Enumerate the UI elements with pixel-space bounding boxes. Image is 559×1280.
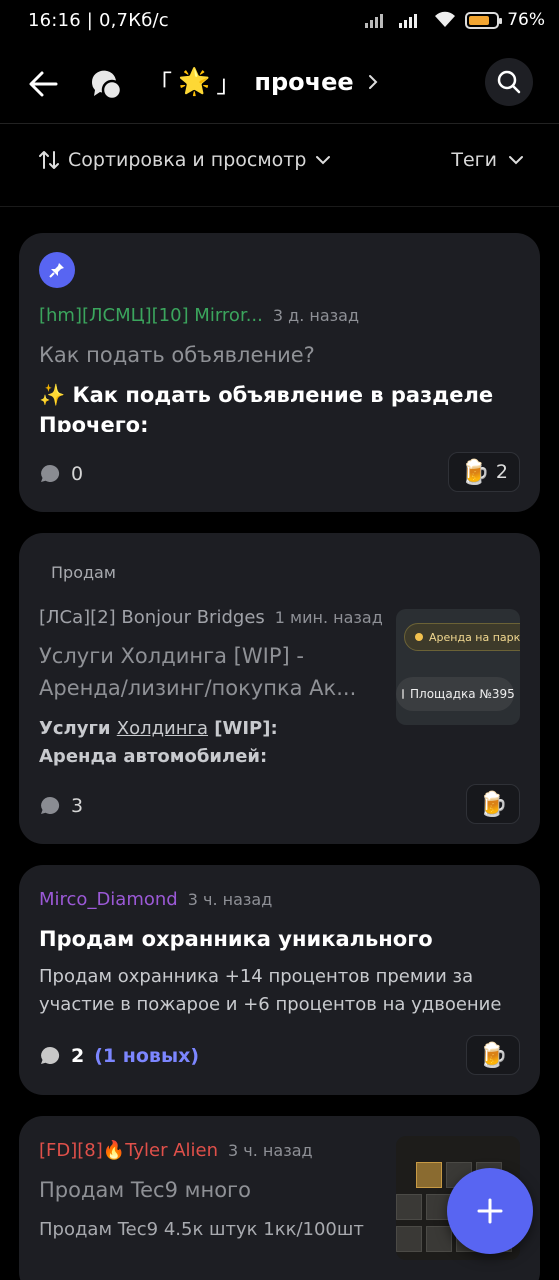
- comments-number: 0: [71, 463, 84, 485]
- holding-link[interactable]: Холдинга: [117, 718, 208, 739]
- comments-count[interactable]: 3: [39, 795, 83, 817]
- post-meta: [FD][8]🔥Tyler Alien 3 ч. назад: [39, 1140, 313, 1161]
- post-thumbnail[interactable]: Аренда на парковке Площадка №395: [396, 609, 520, 725]
- wifi-icon: [435, 11, 456, 27]
- arrow-left-icon: [29, 71, 58, 97]
- thumb-pill-area: Площадка №395: [396, 677, 515, 711]
- sparkles-emoji: ✨: [39, 383, 66, 407]
- forum-icon: [86, 64, 126, 104]
- beer-emoji-icon: 🍺: [478, 1041, 508, 1069]
- post-excerpt-line1: Услуги Холдинга [WIP]:: [39, 718, 278, 739]
- post-meta: [ЛСа][2] Bonjour Bridges 1 мин. назад: [39, 607, 383, 628]
- post-card[interactable]: Продам [ЛСа][2] Bonjour Bridges 1 мин. н…: [19, 533, 540, 844]
- beer-emoji-icon: 🍺: [460, 458, 490, 486]
- reaction-button[interactable]: 🍺 2: [448, 452, 520, 492]
- new-post-button[interactable]: [447, 1168, 533, 1254]
- signal-icon: [365, 14, 384, 28]
- chevron-down-icon: [509, 156, 523, 165]
- post-excerpt: ✨ Как подать объявление в разделе Прочег…: [39, 380, 519, 432]
- chevron-right-icon: [368, 74, 378, 89]
- post-excerpt: Услуги Холдинга [WIP]: Аренда автомобиле…: [39, 715, 384, 767]
- reaction-count: 2: [495, 461, 508, 483]
- post-title: Как подать объявление?: [39, 343, 315, 367]
- post-card-pinned[interactable]: [hm][ЛСМЦ][10] Mirror... 3 д. назад Как …: [19, 233, 540, 512]
- post-excerpt: Продам Tec9 4.5к штук 1кк/100шт: [39, 1219, 364, 1240]
- post-author[interactable]: [ЛСа][2] Bonjour Bridges: [39, 607, 265, 628]
- status-icons: 76%: [365, 10, 545, 30]
- sort-bar: Сортировка и просмотр Теги: [0, 125, 559, 207]
- comment-bubble-icon: [41, 1046, 60, 1064]
- post-excerpt-text: Как подать объявление в разделе Прочего:: [39, 383, 494, 432]
- sort-label: Сортировка и просмотр: [68, 149, 307, 171]
- sort-arrows-icon: [39, 151, 59, 169]
- post-author[interactable]: [hm][ЛСМЦ][10] Mirror...: [39, 305, 263, 326]
- fire-emoji: 🔥: [102, 1140, 126, 1161]
- comments-count[interactable]: 0: [39, 463, 83, 485]
- channel-title[interactable]: 「 🌟 」 прочее: [148, 64, 382, 99]
- post-time: 3 д. назад: [272, 306, 359, 325]
- status-bar: 16:16 | 0,7Кб/с 76%: [0, 0, 559, 44]
- post-time: 1 мин. назад: [274, 608, 383, 627]
- status-time: 16:16 | 0,7Кб/с: [28, 10, 169, 31]
- tags-label: Теги: [451, 149, 497, 171]
- top-app-bar: 「 🌟 」 прочее: [0, 44, 559, 124]
- comment-bubble-icon: [41, 464, 60, 482]
- post-time: 3 ч. назад: [187, 890, 273, 909]
- post-excerpt: Продам охранника +14 процентов премии за…: [39, 966, 502, 1015]
- search-icon: [497, 70, 521, 94]
- pin-icon: [39, 252, 75, 288]
- page-title: прочее: [254, 67, 354, 96]
- sort-and-view-button[interactable]: Сортировка и просмотр: [38, 149, 332, 171]
- back-button[interactable]: [22, 62, 66, 106]
- beer-emoji-icon: 🍺: [478, 790, 508, 818]
- reaction-button[interactable]: 🍺: [466, 1035, 520, 1075]
- post-card[interactable]: Mirco_Diamond 3 ч. назад Продам охранник…: [19, 865, 540, 1095]
- tags-filter-button[interactable]: Теги: [451, 149, 525, 171]
- thumb-pill-parking: Аренда на парковке: [404, 623, 520, 651]
- post-meta: Mirco_Diamond 3 ч. назад: [39, 889, 272, 910]
- post-title: Продам охранника уникального: [39, 927, 433, 951]
- post-meta: [hm][ЛСМЦ][10] Mirror... 3 д. назад: [39, 305, 359, 326]
- comment-bubble-icon: [41, 796, 60, 814]
- new-comments-label: (1 новых): [94, 1045, 200, 1067]
- reaction-button[interactable]: 🍺: [466, 784, 520, 824]
- title-bracket-right: 」: [216, 70, 241, 98]
- post-title: Услуги Холдинга [WIP] - Аренда/лизинг/по…: [39, 644, 357, 700]
- signal-icon-2: [399, 14, 418, 28]
- post-author[interactable]: [FD][8]🔥Tyler Alien: [39, 1140, 218, 1161]
- post-time: 3 ч. назад: [228, 1141, 313, 1160]
- post-tag: Продам: [51, 563, 116, 582]
- star-emoji: 🌟: [178, 66, 211, 97]
- post-excerpt-line2: Аренда автомобилей:: [39, 746, 268, 767]
- battery-icon: [465, 11, 503, 29]
- post-title: Продам Tec9 много: [39, 1178, 251, 1202]
- comments-number: 2: [71, 1045, 85, 1067]
- comments-count[interactable]: 2 (1 новых): [39, 1045, 199, 1067]
- plus-icon: [477, 1198, 503, 1224]
- comments-number: 3: [71, 795, 84, 817]
- battery-percent: 76%: [507, 10, 545, 30]
- post-author[interactable]: Mirco_Diamond: [39, 889, 178, 910]
- title-bracket-left: 「: [148, 70, 172, 98]
- search-button[interactable]: [485, 58, 533, 106]
- chevron-down-icon: [316, 156, 331, 165]
